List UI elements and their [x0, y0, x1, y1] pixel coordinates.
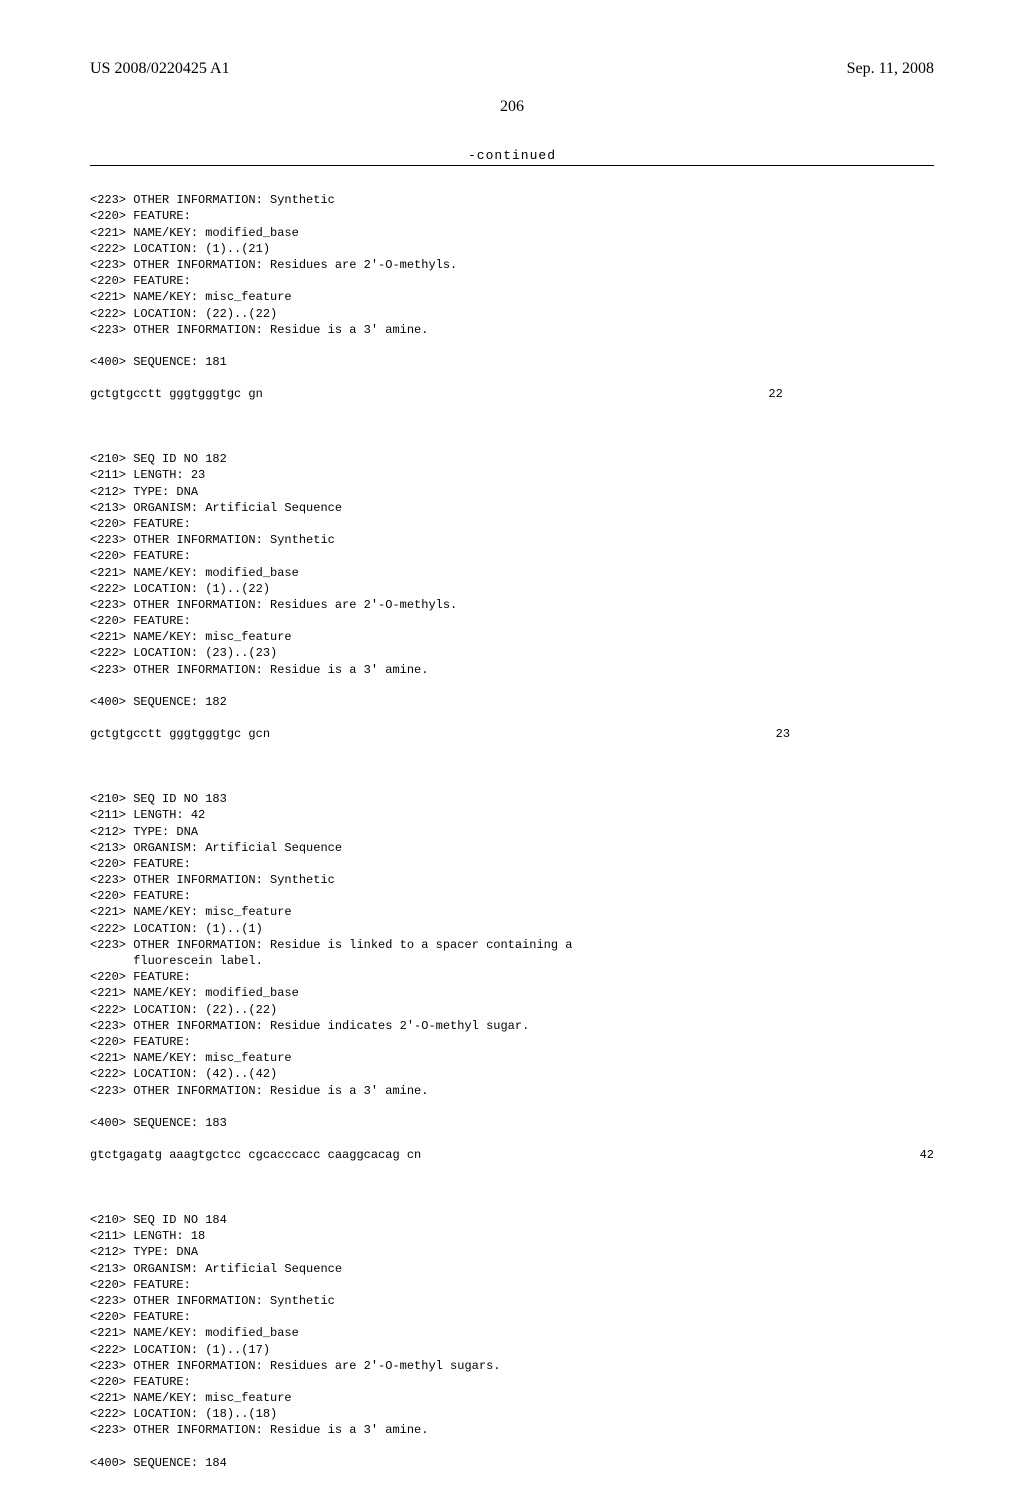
- patent-page: US 2008/0220425 A1 Sep. 11, 2008 206 -co…: [0, 0, 1024, 1511]
- listing-line: <220> FEATURE:: [90, 1375, 191, 1389]
- publication-number: US 2008/0220425 A1: [90, 60, 230, 78]
- listing-line: <220> FEATURE:: [90, 517, 191, 531]
- listing-line: <223> OTHER INFORMATION: Residue is a 3'…: [90, 1084, 428, 1098]
- sequence-text: gtctgagatg aaagtgctcc cgcacccacc caaggca…: [90, 1147, 421, 1163]
- listing-line: <212> TYPE: DNA: [90, 1245, 198, 1259]
- continued-label: -continued: [90, 148, 934, 163]
- listing-line: <220> FEATURE:: [90, 209, 191, 223]
- sequence-label: <400> SEQUENCE: 182: [90, 695, 227, 709]
- listing-line: <211> LENGTH: 18: [90, 1229, 205, 1243]
- listing-line: <221> NAME/KEY: modified_base: [90, 986, 299, 1000]
- listing-line: <210> SEQ ID NO 184: [90, 1213, 227, 1227]
- listing-line: <221> NAME/KEY: misc_feature: [90, 1391, 292, 1405]
- sequence-label: <400> SEQUENCE: 183: [90, 1116, 227, 1130]
- listing-line: <223> OTHER INFORMATION: Residue indicat…: [90, 1019, 529, 1033]
- sequence-listing: <223> OTHER INFORMATION: Synthetic <220>…: [90, 176, 934, 1471]
- listing-line: <221> NAME/KEY: misc_feature: [90, 1051, 292, 1065]
- listing-line: <220> FEATURE:: [90, 1035, 191, 1049]
- listing-line: <222> LOCATION: (23)..(23): [90, 646, 277, 660]
- sequence-length: 42: [421, 1147, 934, 1163]
- listing-line: <212> TYPE: DNA: [90, 485, 198, 499]
- listing-line: <222> LOCATION: (18)..(18): [90, 1407, 277, 1421]
- listing-line: <221> NAME/KEY: misc_feature: [90, 905, 292, 919]
- listing-line: <221> NAME/KEY: modified_base: [90, 566, 299, 580]
- listing-line: <222> LOCATION: (42)..(42): [90, 1067, 277, 1081]
- listing-line: <210> SEQ ID NO 182: [90, 452, 227, 466]
- sequence-text: gctgtgcctt gggtgggtgc gn: [90, 386, 263, 402]
- listing-line: <213> ORGANISM: Artificial Sequence: [90, 841, 342, 855]
- listing-line: <220> FEATURE:: [90, 614, 191, 628]
- listing-line: <223> OTHER INFORMATION: Synthetic: [90, 1294, 335, 1308]
- listing-line: <222> LOCATION: (1)..(21): [90, 242, 270, 256]
- sequence-row: gctgtgcctt gggtgggtgc gcn23: [90, 726, 934, 742]
- listing-line: <223> OTHER INFORMATION: Residue is a 3'…: [90, 663, 428, 677]
- listing-line: <212> TYPE: DNA: [90, 825, 198, 839]
- listing-line: <222> LOCATION: (1)..(1): [90, 922, 263, 936]
- listing-line: <223> OTHER INFORMATION: Residues are 2'…: [90, 258, 457, 272]
- listing-line: <223> OTHER INFORMATION: Synthetic: [90, 533, 335, 547]
- listing-line: <213> ORGANISM: Artificial Sequence: [90, 501, 342, 515]
- listing-line: <222> LOCATION: (1)..(17): [90, 1343, 270, 1357]
- listing-line: <220> FEATURE:: [90, 1310, 191, 1324]
- sequence-row: gtctgagatg aaagtgctcc cgcacccacc caaggca…: [90, 1147, 934, 1163]
- horizontal-rule: [90, 165, 934, 166]
- sequence-row: gctgtgcctt gggtgggtgc gn22: [90, 386, 934, 402]
- sequence-length: 23: [270, 726, 790, 742]
- listing-line: <223> OTHER INFORMATION: Residues are 2'…: [90, 598, 457, 612]
- listing-line: <221> NAME/KEY: misc_feature: [90, 630, 292, 644]
- listing-line: <222> LOCATION: (1)..(22): [90, 582, 270, 596]
- listing-line: <220> FEATURE:: [90, 549, 191, 563]
- listing-line: <223> OTHER INFORMATION: Residue is link…: [90, 938, 572, 952]
- listing-line: <221> NAME/KEY: modified_base: [90, 1326, 299, 1340]
- publication-date: Sep. 11, 2008: [847, 60, 934, 78]
- listing-line: <223> OTHER INFORMATION: Residues are 2'…: [90, 1359, 500, 1373]
- listing-line: <223> OTHER INFORMATION: Residue is a 3'…: [90, 323, 428, 337]
- listing-line: <223> OTHER INFORMATION: Synthetic: [90, 873, 335, 887]
- sequence-label: <400> SEQUENCE: 181: [90, 355, 227, 369]
- listing-line: <220> FEATURE:: [90, 970, 191, 984]
- listing-line: <222> LOCATION: (22)..(22): [90, 1003, 277, 1017]
- page-number: 206: [90, 98, 934, 116]
- listing-line: <211> LENGTH: 23: [90, 468, 205, 482]
- listing-line: fluorescein label.: [90, 954, 263, 968]
- listing-line: <221> NAME/KEY: misc_feature: [90, 290, 292, 304]
- page-header: US 2008/0220425 A1 Sep. 11, 2008: [90, 60, 934, 78]
- listing-line: <213> ORGANISM: Artificial Sequence: [90, 1262, 342, 1276]
- listing-line: <222> LOCATION: (22)..(22): [90, 307, 277, 321]
- listing-line: <220> FEATURE:: [90, 857, 191, 871]
- listing-line: <220> FEATURE:: [90, 274, 191, 288]
- listing-line: <220> FEATURE:: [90, 889, 191, 903]
- listing-line: <221> NAME/KEY: modified_base: [90, 226, 299, 240]
- listing-line: <210> SEQ ID NO 183: [90, 792, 227, 806]
- listing-line: <220> FEATURE:: [90, 1278, 191, 1292]
- listing-line: <223> OTHER INFORMATION: Residue is a 3'…: [90, 1423, 428, 1437]
- listing-line: <211> LENGTH: 42: [90, 808, 205, 822]
- listing-line: <223> OTHER INFORMATION: Synthetic: [90, 193, 335, 207]
- sequence-length: 22: [263, 386, 783, 402]
- sequence-label: <400> SEQUENCE: 184: [90, 1456, 227, 1470]
- sequence-text: gctgtgcctt gggtgggtgc gcn: [90, 726, 270, 742]
